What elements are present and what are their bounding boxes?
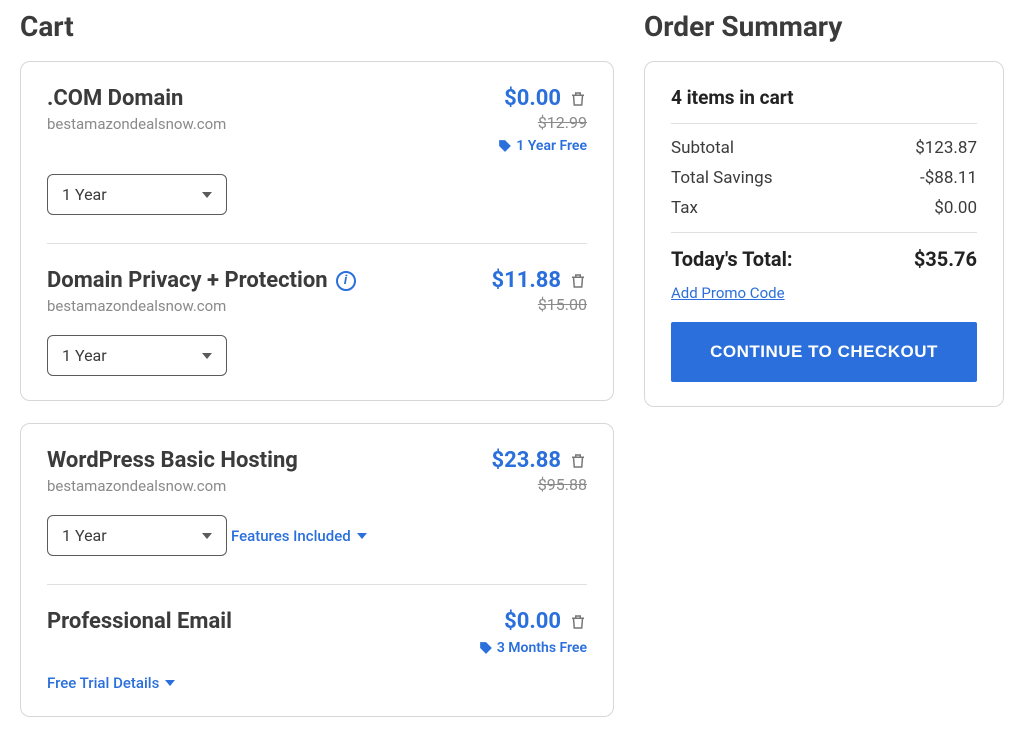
chevron-down-icon — [165, 680, 175, 686]
cart-item-subtitle: bestamazondealsnow.com — [47, 297, 492, 315]
cart-item-subtitle: bestamazondealsnow.com — [47, 477, 492, 495]
chevron-down-icon — [202, 353, 212, 359]
cart-heading: Cart — [20, 10, 614, 43]
cart-item-title: Domain Privacy + Protection i — [47, 268, 356, 293]
summary-value: $123.87 — [915, 138, 977, 158]
cart-item-info: Domain Privacy + Protection i bestamazon… — [47, 268, 492, 315]
summary-label: Tax — [671, 198, 698, 218]
cart-item-strike-price: $12.99 — [538, 113, 587, 132]
term-select[interactable]: 1 Year — [47, 515, 227, 556]
cart-item-pricing: $0.00 $12.99 1 Year Free — [498, 86, 587, 154]
cart-group: .COM Domain bestamazondealsnow.com $0.00… — [20, 61, 614, 401]
trash-icon[interactable] — [569, 271, 587, 291]
item-divider — [47, 243, 587, 244]
summary-total-row: Today's Total: $35.76 — [671, 247, 977, 271]
trash-icon[interactable] — [569, 612, 587, 632]
info-icon[interactable]: i — [336, 271, 356, 291]
trash-icon[interactable] — [569, 89, 587, 109]
cart-item-price: $11.88 — [492, 268, 562, 293]
tag-icon — [479, 641, 493, 655]
term-select[interactable]: 1 Year — [47, 174, 227, 215]
term-select-value: 1 Year — [62, 185, 107, 204]
summary-total-label: Today's Total: — [671, 247, 793, 271]
add-promo-code-link[interactable]: Add Promo Code — [671, 284, 785, 302]
summary-value: -$88.11 — [920, 168, 977, 188]
free-trial-details-link[interactable]: Free Trial Details — [47, 674, 175, 692]
cart-group: WordPress Basic Hosting bestamazondealsn… — [20, 423, 614, 717]
summary-row-tax: Tax $0.00 — [671, 198, 977, 218]
term-select-value: 1 Year — [62, 526, 107, 545]
continue-to-checkout-button[interactable]: CONTINUE TO CHECKOUT — [671, 322, 977, 382]
summary-divider — [671, 123, 977, 124]
cart-item-strike-price: $15.00 — [538, 295, 587, 314]
link-text: Features Included — [231, 527, 351, 545]
chevron-down-icon — [202, 533, 212, 539]
promo-badge: 1 Year Free — [498, 138, 587, 154]
summary-label: Total Savings — [671, 168, 772, 188]
cart-item-price: $0.00 — [504, 86, 561, 111]
features-included-link[interactable]: Features Included — [231, 527, 367, 545]
order-summary-card: 4 items in cart Subtotal $123.87 Total S… — [644, 61, 1004, 407]
cart-item-pricing: $11.88 $15.00 — [492, 268, 588, 314]
cart-item: WordPress Basic Hosting bestamazondealsn… — [47, 448, 587, 495]
summary-count: 4 items in cart — [671, 86, 977, 109]
summary-value: $0.00 — [934, 198, 977, 218]
cart-item-pricing: $23.88 $95.88 — [492, 448, 588, 494]
cart-item-pricing: $0.00 3 Months Free — [479, 609, 587, 656]
item-divider — [47, 584, 587, 585]
promo-badge-text: 3 Months Free — [497, 640, 587, 656]
cart-item-info: Professional Email — [47, 609, 479, 634]
cart-item-strike-price: $95.88 — [538, 475, 587, 494]
tag-icon — [498, 139, 512, 153]
cart-item-price: $23.88 — [492, 448, 562, 473]
promo-badge-text: 1 Year Free — [516, 138, 587, 154]
cart-item-subtitle: bestamazondealsnow.com — [47, 115, 498, 133]
chevron-down-icon — [357, 533, 367, 539]
cart-item-title: Professional Email — [47, 609, 232, 634]
link-text: Free Trial Details — [47, 674, 159, 692]
summary-total-value: $35.76 — [914, 247, 977, 271]
cart-item-title: WordPress Basic Hosting — [47, 448, 298, 473]
summary-label: Subtotal — [671, 138, 734, 158]
promo-badge: 3 Months Free — [479, 640, 587, 656]
cart-item: Professional Email $0.00 3 Months Free — [47, 609, 587, 656]
summary-row-subtotal: Subtotal $123.87 — [671, 138, 977, 158]
cart-item-price: $0.00 — [504, 609, 561, 634]
trash-icon[interactable] — [569, 451, 587, 471]
summary-divider — [671, 232, 977, 233]
order-summary-heading: Order Summary — [644, 10, 1004, 43]
cart-item-info: .COM Domain bestamazondealsnow.com — [47, 86, 498, 133]
term-select[interactable]: 1 Year — [47, 335, 227, 376]
cart-item-title: .COM Domain — [47, 86, 183, 111]
chevron-down-icon — [202, 192, 212, 198]
summary-row-savings: Total Savings -$88.11 — [671, 168, 977, 188]
term-select-value: 1 Year — [62, 346, 107, 365]
cart-item: .COM Domain bestamazondealsnow.com $0.00… — [47, 86, 587, 154]
cart-item: Domain Privacy + Protection i bestamazon… — [47, 268, 587, 315]
cart-item-title-text: Domain Privacy + Protection — [47, 268, 328, 293]
cart-item-info: WordPress Basic Hosting bestamazondealsn… — [47, 448, 492, 495]
